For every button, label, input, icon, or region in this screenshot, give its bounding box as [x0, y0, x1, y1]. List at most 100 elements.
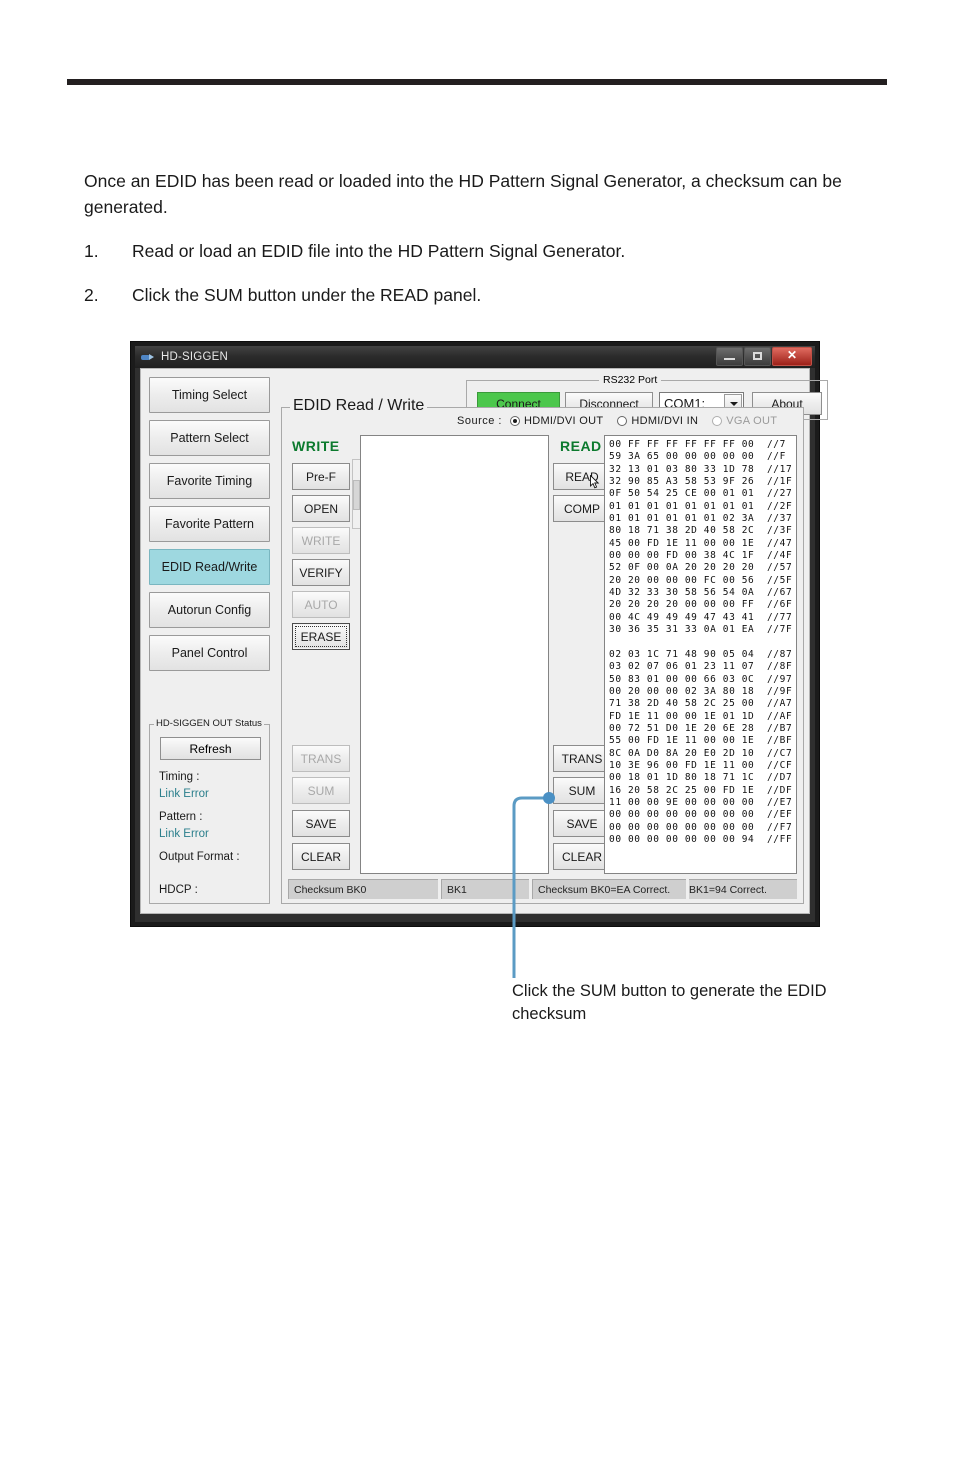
- step-item-2: 2. Click the SUM button under the READ p…: [84, 282, 884, 308]
- radio-hdmi-dvi-in-icon: [617, 416, 628, 426]
- write-save-button[interactable]: SAVE: [292, 810, 350, 837]
- intro-paragraph: Once an EDID has been read or loaded int…: [84, 171, 842, 217]
- window-title: HD-SIGGEN: [161, 351, 228, 363]
- source-label: Source :: [457, 415, 502, 427]
- read-trans-button[interactable]: TRANS: [553, 745, 611, 772]
- callout-text: Click the SUM button to generate the EDI…: [512, 982, 827, 1023]
- hex-line: 20 20 00 00 00 FC 00 56 //5F: [609, 574, 793, 586]
- write-verify-button[interactable]: VERIFY: [292, 559, 350, 586]
- maximize-button[interactable]: [744, 347, 771, 366]
- radio-hdmi-dvi-in[interactable]: HDMI/DVI IN: [617, 415, 698, 427]
- minimize-button[interactable]: [716, 347, 743, 366]
- document-body: Once an EDID has been read or loaded int…: [84, 168, 884, 326]
- sidebar-item-pattern-select[interactable]: Pattern Select: [149, 420, 270, 456]
- radio-hdmi-dvi-out[interactable]: HDMI/DVI OUT: [509, 415, 604, 427]
- page-header-rule: [67, 79, 887, 85]
- timing-value: Link Error: [159, 788, 209, 800]
- window-titlebar: HD-SIGGEN ✕: [135, 346, 815, 368]
- hex-line: 00 72 51 D0 1E 20 6E 28 //B7: [609, 722, 793, 734]
- window-controls: ✕: [716, 347, 812, 366]
- status-bk1-result: BK1=94 Correct.: [689, 879, 797, 899]
- hex-line: 16 20 58 2C 25 00 FD 1E //DF: [609, 784, 793, 796]
- hex-line: 0F 50 54 25 CE 00 01 01 //27: [609, 488, 793, 500]
- close-button[interactable]: ✕: [772, 347, 812, 366]
- write-sum-button: SUM: [292, 777, 350, 804]
- hex-line: 00 FF FF FF FF FF FF 00 //7: [609, 439, 786, 450]
- step-number-1: 1.: [84, 241, 99, 261]
- timing-label: Timing :: [159, 771, 200, 783]
- edid-group-legend: EDID Read / Write: [290, 397, 428, 415]
- focus-ring: [295, 626, 347, 647]
- radio-hdmi-dvi-out-icon: [509, 416, 520, 426]
- radio-hdmi-dvi-out-label: HDMI/DVI OUT: [523, 415, 604, 427]
- sidebar-item-panel-control[interactable]: Panel Control: [149, 635, 270, 671]
- scrollbar-thumb[interactable]: [353, 480, 360, 510]
- hex-line: 00 00 00 00 00 00 00 00 //F7: [609, 821, 793, 833]
- sidebar-item-favorite-timing[interactable]: Favorite Timing: [149, 463, 270, 499]
- sidebar-item-timing-select[interactable]: Timing Select: [149, 377, 270, 413]
- hex-line: 50 83 01 00 00 66 03 0C //97: [609, 673, 793, 685]
- radio-vga-out: VGA OUT: [712, 415, 777, 427]
- window-client-area: Timing Select Pattern Select Favorite Ti…: [140, 368, 828, 914]
- step-number-2: 2.: [84, 285, 99, 305]
- read-edid-hex-display[interactable]: 00 FF FF FF FF FF FF 00 //7 59 3A 65 00 …: [604, 435, 797, 874]
- pattern-value: Link Error: [159, 828, 209, 840]
- minimize-icon: [724, 358, 735, 360]
- hex-line: 8C 0A D0 8A 20 E0 2D 10 //C7: [609, 747, 793, 759]
- step-text-1: Read or load an EDID file into the HD Pa…: [132, 241, 626, 261]
- hex-line: 00 20 00 00 02 3A 80 18 //9F: [609, 685, 793, 697]
- sidebar-item-autorun-config[interactable]: Autorun Config: [149, 592, 270, 628]
- output-format-label: Output Format :: [159, 851, 240, 863]
- write-trans-button: TRANS: [292, 745, 350, 772]
- hex-line: 71 38 2D 40 58 2C 25 00 //A7: [609, 698, 793, 710]
- source-selector: Source : HDMI/DVI OUT HDMI/DVI IN VGA OU…: [457, 415, 791, 427]
- hex-line: 55 00 FD 1E 11 00 00 1E //BF: [609, 735, 793, 747]
- hex-line: 32 13 01 03 80 33 1D 78 //17: [609, 463, 793, 475]
- hex-line: 11 00 00 9E 00 00 00 00 //E7: [609, 796, 793, 808]
- hex-line: 00 00 00 00 00 00 00 94 //FF: [609, 834, 793, 845]
- radio-hdmi-dvi-in-label: HDMI/DVI IN: [631, 415, 699, 427]
- callout-leader-line: [512, 792, 555, 978]
- write-auto-button: AUTO: [292, 591, 350, 618]
- write-clear-button[interactable]: CLEAR: [292, 843, 350, 870]
- hex-line: 30 36 35 31 33 0A 01 EA //7F: [609, 624, 793, 636]
- hex-line: 59 3A 65 00 00 00 00 00 //F: [609, 451, 786, 463]
- hex-block-1: 02 03 1C 71 48 90 05 04 //87 03 02 07 06…: [609, 649, 796, 847]
- hex-line: FD 1E 11 00 00 1E 01 1D //AF: [609, 710, 793, 722]
- maximize-icon: [753, 352, 762, 360]
- read-panel-title: READ: [560, 438, 602, 454]
- write-open-button[interactable]: OPEN: [292, 495, 350, 522]
- hex-line: 45 00 FD 1E 11 00 00 1E //47: [609, 537, 793, 549]
- hex-line: 52 0F 00 0A 20 20 20 20 //57: [609, 562, 793, 574]
- hex-line: 02 03 1C 71 48 90 05 04 //87: [609, 648, 793, 660]
- hex-line: 00 4C 49 49 49 47 43 41 //77: [609, 611, 793, 623]
- pattern-label: Pattern :: [159, 811, 203, 823]
- radio-vga-out-icon: [712, 416, 723, 426]
- application-window-screenshot: HD-SIGGEN ✕ Timing Select Pattern Select…: [130, 341, 828, 927]
- write-pre-f-button[interactable]: Pre-F: [292, 463, 350, 490]
- step-item-1: 1. Read or load an EDID file into the HD…: [84, 238, 884, 264]
- sidebar-item-edid-read-write[interactable]: EDID Read/Write: [149, 549, 270, 585]
- hex-line: 00 18 01 1D 80 18 71 1C //D7: [609, 772, 793, 784]
- radio-vga-out-label: VGA OUT: [726, 415, 778, 427]
- sidebar-item-favorite-pattern[interactable]: Favorite Pattern: [149, 506, 270, 542]
- mouse-cursor-icon: [590, 475, 600, 489]
- sidebar: Timing Select Pattern Select Favorite Ti…: [149, 377, 270, 678]
- status-checksum-bk0: Checksum BK0: [288, 879, 438, 899]
- write-panel-title: WRITE: [292, 438, 340, 454]
- read-comp-button[interactable]: COMP: [553, 495, 611, 522]
- hex-block-separator: [609, 637, 796, 649]
- read-read-button[interactable]: READ: [553, 463, 611, 490]
- write-write-button: WRITE: [292, 527, 350, 554]
- write-erase-button[interactable]: ERASE: [292, 623, 350, 650]
- hex-line: 10 3E 96 00 FD 1E 11 00 //CF: [609, 759, 793, 771]
- hex-line: 01 01 01 01 01 01 02 3A //37: [609, 513, 793, 525]
- rs232-legend: RS232 Port: [599, 374, 662, 386]
- hdcp-label: HDCP :: [159, 884, 198, 896]
- close-icon: ✕: [786, 348, 798, 362]
- hex-line: 03 02 07 06 01 23 11 07 //8F: [609, 661, 793, 673]
- hex-line: 80 18 71 38 2D 40 58 2C //3F: [609, 525, 793, 537]
- out-status-panel: HD-SIGGEN OUT Status Refresh Timing : Li…: [149, 718, 270, 904]
- hex-block-0: 00 FF FF FF FF FF FF 00 //7 59 3A 65 00 …: [609, 439, 796, 637]
- refresh-button[interactable]: Refresh: [160, 737, 261, 760]
